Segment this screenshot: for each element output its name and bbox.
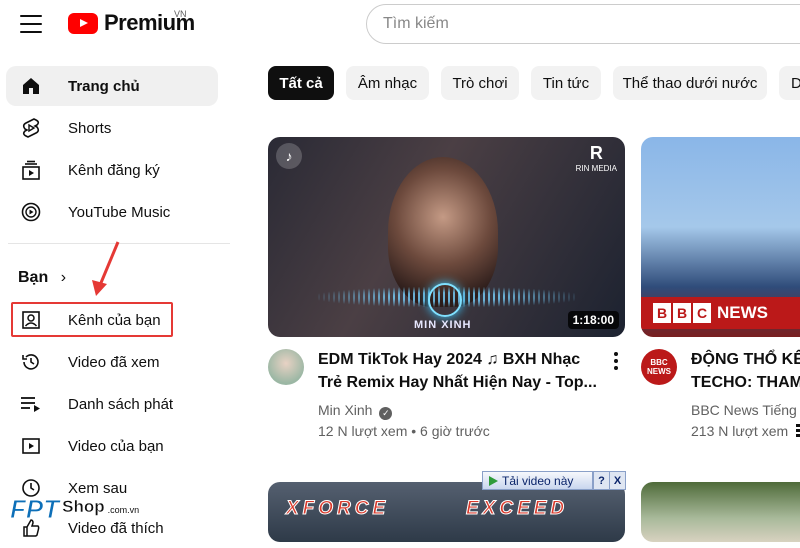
- sidebar-item-label: Shorts: [68, 119, 112, 137]
- sidebar-item-playlists[interactable]: Danh sách phát: [6, 384, 218, 424]
- video-title-line: ĐỘNG THỔ KÊ: [691, 351, 800, 368]
- chip-news[interactable]: Tin tức: [531, 66, 601, 100]
- chip-water-sports[interactable]: Thể thao dưới nước: [613, 66, 767, 100]
- more-options-icon[interactable]: [610, 350, 622, 372]
- fpt-domain-text: .com.vn: [107, 505, 140, 515]
- thumbnail-text: EXCEED: [465, 498, 569, 520]
- sidebar-item-your-videos[interactable]: Video của bạn: [6, 426, 218, 466]
- video-duration: 1:18:00: [567, 311, 619, 329]
- youtube-play-icon: [68, 12, 98, 34]
- video-thumbnail[interactable]: BBC NEWS: [641, 137, 800, 337]
- video-meta: 12 N lượt xem • 6 giờ trước: [318, 423, 490, 439]
- avatar-text: BBC: [650, 358, 668, 367]
- country-code: VN: [174, 9, 187, 19]
- avatar-text: NEWS: [647, 367, 671, 376]
- youtube-music-icon: [20, 201, 42, 223]
- video-meta: 213 N lượt xem: [691, 423, 789, 439]
- thumbnail-text: XFORCE: [285, 498, 390, 520]
- download-video-button[interactable]: Tải video này: [483, 472, 593, 489]
- video-title[interactable]: ĐỘNG THỔ KÊ TECHO: THAM: [691, 348, 800, 394]
- chip-all[interactable]: Tất cả: [268, 66, 334, 100]
- bbc-logo: BBC: [653, 303, 711, 323]
- sidebar-item-label: YouTube Music: [68, 203, 171, 221]
- video-thumbnail[interactable]: MIN XINH ♪ R RIN MEDIA 1:18:00: [268, 137, 625, 337]
- channel-name-row[interactable]: Min Xinh ✓: [318, 400, 393, 420]
- channel-avatar[interactable]: BBC NEWS: [641, 349, 677, 385]
- download-arrow-icon: [489, 475, 498, 486]
- video-title-line: TECHO: THAM: [691, 374, 800, 391]
- sidebar-item-shorts[interactable]: Shorts: [6, 108, 218, 148]
- help-button[interactable]: ?: [593, 472, 609, 489]
- sidebar-item-subscriptions[interactable]: Kênh đăng ký: [6, 150, 218, 190]
- sidebar-item-label: Trang chủ: [68, 77, 140, 95]
- sidebar-item-label: Danh sách phát: [68, 395, 174, 413]
- banner-text: NEWS: [717, 303, 768, 322]
- your-videos-icon: [20, 435, 42, 457]
- sidebar-item-label: Video đã xem: [68, 353, 160, 371]
- channel-name[interactable]: BBC News Tiếng: [691, 400, 800, 420]
- home-icon: [20, 75, 42, 97]
- you-heading-label: Bạn: [18, 269, 49, 286]
- play-circle-icon: [428, 283, 462, 317]
- video-title-line: EDM TikTok Hay 2024 ♫ BXH Nhạc: [318, 351, 581, 368]
- history-icon: [20, 351, 42, 373]
- search-input[interactable]: Tìm kiếm: [366, 4, 800, 44]
- verified-icon: ✓: [379, 407, 393, 420]
- sidebar-item-label: Video của bạn: [68, 437, 164, 455]
- chip-partial[interactable]: D: [779, 66, 800, 100]
- video-title-line: Trẻ Remix Hay Nhất Hiện Nay - Top...: [318, 374, 597, 391]
- chevron-right-icon: ›: [60, 269, 67, 286]
- download-label: Tải video này: [502, 473, 574, 488]
- thumbnail-corner-logo: R RIN MEDIA: [575, 143, 617, 173]
- video-thumbnail[interactable]: [641, 482, 800, 542]
- fptshop-watermark: FPT Shop .com.vn: [9, 494, 140, 525]
- fpt-shop-text: Shop: [62, 497, 105, 517]
- bbc-news-banner: BBC NEWS: [641, 297, 800, 329]
- sidebar-item-home[interactable]: Trang chủ: [6, 66, 218, 106]
- download-video-toolbar: Tải video này ? X: [482, 471, 626, 490]
- you-section-heading[interactable]: Bạn ›: [18, 269, 66, 287]
- channel-avatar[interactable]: [268, 349, 304, 385]
- menu-icon[interactable]: [18, 12, 44, 36]
- chip-music[interactable]: Âm nhạc: [346, 66, 429, 100]
- subscriptions-icon: [20, 159, 42, 181]
- video-thumbnail[interactable]: XFORCE EXCEED: [268, 482, 625, 542]
- annotation-arrow-icon: [92, 241, 120, 296]
- channel-name: Min Xinh: [318, 402, 373, 418]
- fpt-logo: FPT: [9, 494, 60, 525]
- chip-games[interactable]: Trò chơi: [441, 66, 519, 100]
- video-title[interactable]: EDM TikTok Hay 2024 ♫ BXH Nhạc Trẻ Remix…: [318, 348, 603, 394]
- more-options-icon[interactable]: [796, 424, 800, 438]
- sidebar-item-youtube-music[interactable]: YouTube Music: [6, 192, 218, 232]
- close-button[interactable]: X: [609, 472, 625, 489]
- playlist-icon: [20, 393, 42, 415]
- sidebar-item-history[interactable]: Video đã xem: [6, 342, 218, 382]
- annotation-highlight-box: [11, 302, 173, 337]
- sidebar-item-label: Kênh đăng ký: [68, 161, 160, 179]
- tiktok-icon: ♪: [276, 143, 302, 169]
- shorts-icon: [20, 117, 42, 139]
- thumbnail-corner-text: RIN MEDIA: [575, 164, 617, 173]
- thumbnail-brand: MIN XINH: [414, 319, 472, 331]
